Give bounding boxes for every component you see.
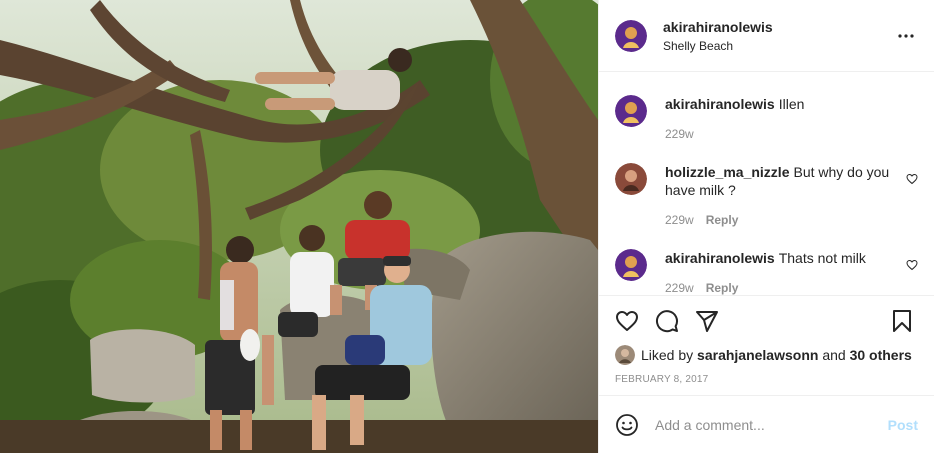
- comments-list[interactable]: akirahiranolewis Illen 229w holizzle_ma_n…: [599, 73, 934, 295]
- author-avatar[interactable]: [615, 19, 647, 52]
- paper-plane-icon[interactable]: [695, 309, 719, 333]
- comment-message: Thats not milk: [778, 250, 866, 266]
- post-location[interactable]: Shelly Beach: [663, 39, 894, 53]
- comment-input[interactable]: [655, 416, 888, 433]
- header-text: akirahiranolewis Shelly Beach: [663, 19, 894, 53]
- author-username[interactable]: akirahiranolewis: [663, 19, 894, 35]
- comment-time[interactable]: 229w: [665, 127, 694, 141]
- reply-button[interactable]: Reply: [706, 281, 739, 295]
- comment-avatar[interactable]: [615, 95, 647, 127]
- liked-by-text: Liked by sarahjanelawsonn and 30 others: [641, 347, 912, 363]
- comment-icon[interactable]: [655, 309, 679, 333]
- comment-text: akirahiranolewis Thats not milk: [665, 249, 892, 267]
- comment-avatar[interactable]: [615, 249, 647, 281]
- liked-by-prefix: Liked by: [641, 347, 694, 363]
- comment-like-heart-icon[interactable]: [906, 259, 918, 271]
- comment-meta: 229w Reply: [665, 281, 892, 295]
- post-header: akirahiranolewis Shelly Beach: [599, 0, 934, 72]
- comment-body: akirahiranolewis Illen 229w: [665, 95, 918, 141]
- comment-time[interactable]: 229w: [665, 213, 694, 227]
- comment-body: akirahiranolewis Thats not milk 229w Repl…: [665, 249, 918, 295]
- comment-text: holizzle_ma_nizzle But why do you have mi…: [665, 163, 892, 199]
- comment-like-heart-icon[interactable]: [906, 173, 918, 185]
- post-details-panel: akirahiranolewis Shelly Beach akirahiran…: [598, 0, 934, 453]
- comment-meta: 229w Reply: [665, 213, 892, 227]
- post-actions-area: Liked by sarahjanelawsonn and 30 others …: [599, 295, 934, 385]
- comment-username[interactable]: akirahiranolewis: [665, 96, 775, 112]
- comment-item: akirahiranolewis Illen 229w: [615, 95, 918, 141]
- more-horizontal-icon[interactable]: [894, 24, 918, 48]
- comment-text: akirahiranolewis Illen: [665, 95, 892, 113]
- post-photo[interactable]: [0, 0, 598, 453]
- comment-time[interactable]: 229w: [665, 281, 694, 295]
- comment-item: akirahiranolewis Thats not milk 229w Repl…: [615, 249, 918, 295]
- add-comment-bar: Post: [599, 395, 934, 453]
- action-bar: [615, 296, 918, 346]
- bookmark-icon[interactable]: [890, 309, 914, 333]
- liked-by-and: and: [822, 347, 846, 363]
- reply-button[interactable]: Reply: [706, 213, 739, 227]
- comment-username[interactable]: akirahiranolewis: [665, 250, 775, 266]
- liked-by-others[interactable]: 30 others: [850, 347, 912, 363]
- heart-icon[interactable]: [615, 309, 639, 333]
- comment-username[interactable]: holizzle_ma_nizzle: [665, 164, 789, 180]
- liked-by-user[interactable]: sarahjanelawsonn: [697, 347, 818, 363]
- comment-item: holizzle_ma_nizzle But why do you have mi…: [615, 163, 918, 227]
- post-date[interactable]: FEBRUARY 8, 2017: [615, 374, 918, 385]
- post-comment-button[interactable]: Post: [888, 417, 918, 433]
- emoji-icon[interactable]: [615, 413, 639, 437]
- comment-avatar[interactable]: [615, 163, 647, 195]
- liker-avatar[interactable]: [615, 345, 635, 365]
- comment-message: Illen: [778, 96, 805, 112]
- comment-meta: 229w: [665, 127, 892, 141]
- liked-by-row: Liked by sarahjanelawsonn and 30 others: [615, 345, 918, 365]
- comment-body: holizzle_ma_nizzle But why do you have mi…: [665, 163, 918, 227]
